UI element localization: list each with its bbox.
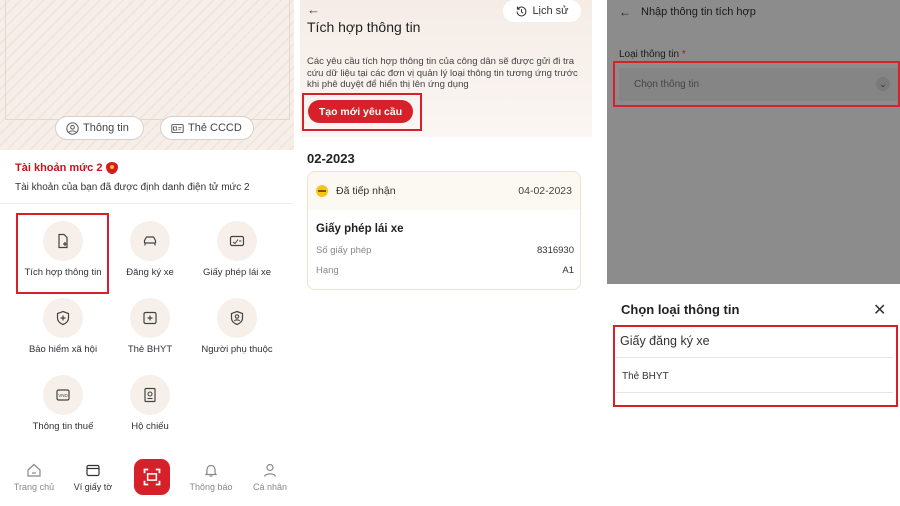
divider [0, 203, 294, 204]
nav-label: Cá nhân [252, 482, 288, 492]
nav-item-home[interactable]: Trang chủ [9, 462, 59, 492]
user-circle-icon [66, 121, 79, 135]
info-button-label: Thông tin [83, 122, 129, 134]
nav-item-wallet[interactable]: Ví giấy tờ [68, 462, 118, 492]
highlight-box [302, 93, 422, 131]
detail-label: Số giấy phép [316, 245, 372, 256]
detail-row: Hạng A1 [316, 265, 574, 276]
health-card-icon [143, 311, 157, 325]
grid-item-label: Thông tin thuế [32, 421, 94, 432]
account-level-label: Tài khoản mức 2 [15, 162, 103, 174]
shield-plus-icon [56, 310, 70, 326]
back-arrow-icon[interactable]: ← [619, 5, 631, 19]
back-arrow-icon[interactable]: ← [307, 2, 320, 17]
vnd-tax-icon: VND [56, 389, 70, 401]
screen-title: Nhập thông tin tích hợp [641, 6, 756, 18]
sheet-title: Chọn loại thông tin [621, 302, 740, 317]
screen-header: ← Nhập thông tin tích hợp [607, 0, 900, 24]
request-card[interactable]: Đã tiếp nhận 04-02-2023 Giấy phép lái xe… [307, 171, 581, 290]
close-icon[interactable]: ✕ [873, 300, 886, 320]
field-label: Loại thông tin * [619, 49, 686, 60]
grid-item-driving-license[interactable]: Giấy phép lái xe [192, 221, 282, 278]
input-integration-screen: ← Nhập thông tin tích hợp Loại thông tin… [607, 0, 900, 506]
shield-badge-icon [106, 162, 119, 174]
modal-overlay[interactable]: ← Nhập thông tin tích hợp Loại thông tin… [607, 0, 900, 284]
person-badge-icon [230, 310, 244, 326]
status-text: Đã tiếp nhận [336, 185, 396, 197]
grid-item-health-insurance[interactable]: Thẻ BHYT [105, 298, 195, 355]
page-description: Các yêu cầu tích hợp thông tin của công … [307, 56, 578, 90]
detail-label: Hạng [316, 265, 339, 276]
grid-item-label: Người phụ thuộc [201, 344, 273, 355]
profile-card-background: Thông tin Thẻ CCCD [0, 0, 294, 150]
detail-row: Số giấy phép 8316930 [316, 245, 574, 256]
request-document-name: Giấy phép lái xe [316, 223, 404, 235]
person-icon [263, 463, 277, 477]
grid-item-label: Bảo hiểm xã hội [28, 344, 98, 355]
svg-text:VND: VND [58, 393, 68, 398]
field-label-text: Loại thông tin [619, 49, 680, 60]
grid-item-label: Đăng ký xe [126, 267, 174, 278]
grid-item-passport[interactable]: Hộ chiếu [105, 375, 195, 432]
bottom-sheet: Chọn loại thông tin ✕ Giấy đăng ký xe Th… [607, 284, 900, 506]
grid-item-label: Giấy phép lái xe [202, 267, 272, 278]
page-title: Tích hợp thông tin [307, 19, 421, 35]
highlight-box [613, 325, 898, 407]
detail-value: 8316930 [537, 245, 574, 256]
history-button[interactable]: Lịch sử [503, 0, 581, 22]
cccd-card-button[interactable]: Thẻ CCCD [160, 116, 254, 140]
scan-qr-button[interactable] [134, 459, 170, 495]
grid-item-vehicle-registration[interactable]: Đăng ký xe [105, 221, 195, 278]
passport-icon [144, 387, 156, 403]
grid-item-label: Thẻ BHYT [127, 344, 173, 355]
account-level: Tài khoản mức 2 [15, 162, 119, 174]
grid-item-social-insurance[interactable]: Bảo hiểm xã hội [18, 298, 108, 355]
bell-icon [204, 464, 218, 477]
highlight-box [613, 61, 900, 107]
grid-item-tax-info[interactable]: VND Thông tin thuế [18, 375, 108, 432]
header-area: ← Lịch sử Tích hợp thông tin Các yêu cầu… [300, 0, 592, 137]
home-screen: Thông tin Thẻ CCCD Tài khoản mức 2 Tài k… [0, 0, 294, 506]
wallet-icon [86, 464, 100, 477]
nav-item-profile[interactable]: Cá nhân [245, 462, 294, 492]
grid-item-label: Hộ chiếu [131, 421, 169, 432]
highlight-box [16, 213, 109, 294]
cccd-button-label: Thẻ CCCD [188, 122, 242, 134]
nav-label: Thông báo [189, 482, 233, 492]
grid-item-dependents[interactable]: Người phụ thuộc [192, 298, 282, 355]
license-card-icon [229, 235, 245, 247]
bottom-navigation: Trang chủ Ví giấy tờ Thông báo Cá nhân [0, 455, 294, 506]
nav-label: Trang chủ [13, 482, 55, 492]
request-date: 04-02-2023 [518, 185, 572, 197]
request-status-row: Đã tiếp nhận 04-02-2023 [308, 172, 580, 210]
id-card-icon [171, 123, 184, 133]
nav-label: Ví giấy tờ [73, 482, 113, 492]
home-icon [27, 463, 41, 477]
info-button[interactable]: Thông tin [55, 116, 144, 140]
account-description: Tài khoản của bạn đã được định danh điện… [15, 182, 250, 193]
history-label: Lịch sử [532, 5, 569, 17]
required-mark: * [681, 49, 686, 60]
status-received-icon [316, 185, 328, 197]
profile-card [5, 0, 290, 120]
month-heading: 02-2023 [307, 151, 355, 166]
nav-item-notifications[interactable]: Thông báo [186, 462, 236, 492]
integrate-info-screen: ← Lịch sử Tích hợp thông tin Các yêu cầu… [300, 0, 592, 506]
detail-value: A1 [562, 265, 574, 276]
history-clock-icon [516, 6, 527, 16]
scan-icon [143, 468, 161, 486]
car-icon [143, 236, 157, 246]
